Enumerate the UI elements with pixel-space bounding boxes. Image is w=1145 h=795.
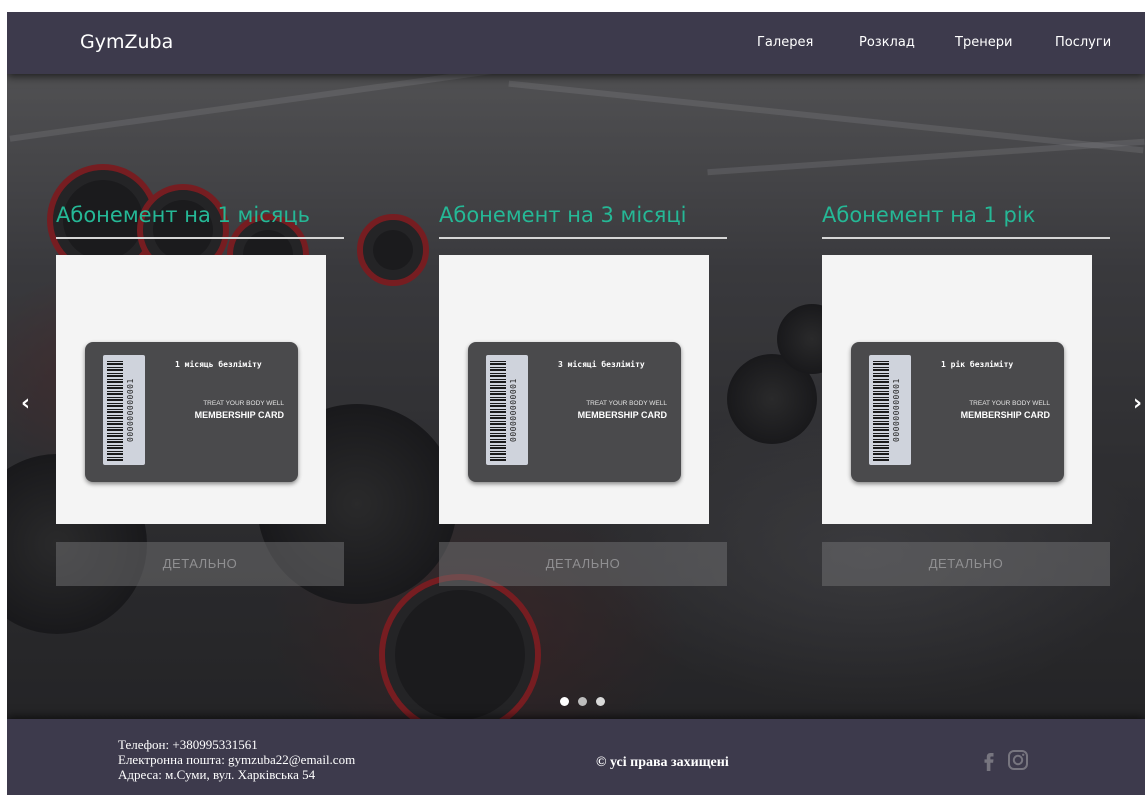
barcode-icon: 000000000001 <box>869 355 911 465</box>
carousel-dot-2[interactable] <box>578 697 587 706</box>
facebook-icon[interactable] <box>977 749 999 771</box>
instagram-icon[interactable] <box>1007 749 1029 771</box>
header: GymZuba Галерея Розклад Тренери Послуги <box>7 12 1145 74</box>
details-button[interactable]: ДЕТАЛЬНО <box>56 542 344 586</box>
membership-card-image: 000000000001 1 рік безліміту TREAT YOUR … <box>822 255 1092 524</box>
membership-card-image: 000000000001 3 місяці безліміту TREAT YO… <box>439 255 709 524</box>
contact-info: Телефон: +380995331561 Електронна пошта:… <box>118 737 355 782</box>
card-title: 3 місяці безліміту <box>558 360 645 369</box>
card-label: MEMBERSHIP CARD <box>960 410 1050 420</box>
plan-divider <box>822 237 1110 239</box>
membership-card: 000000000001 3 місяці безліміту TREAT YO… <box>468 342 681 482</box>
logo[interactable]: GymZuba <box>80 31 173 53</box>
page: GymZuba Галерея Розклад Тренери Послуги … <box>7 12 1145 795</box>
plan-title: Абонемент на 3 місяці <box>439 203 687 227</box>
barcode-icon: 000000000001 <box>103 355 145 465</box>
barcode-bars <box>107 359 123 461</box>
hero-carousel: Абонемент на 1 місяць 000000000001 1 міс… <box>7 74 1145 719</box>
plan-title: Абонемент на 1 місяць <box>56 203 311 227</box>
membership-card-image: 000000000001 1 місяць безліміту TREAT YO… <box>56 255 326 524</box>
chevron-left-icon[interactable]: ‹ <box>21 391 30 416</box>
plan-divider <box>439 237 727 239</box>
card-number: 000000000001 <box>892 378 901 442</box>
carousel-dot-1[interactable] <box>560 697 569 706</box>
nav-item-schedule[interactable]: Розклад <box>859 35 915 50</box>
barcode-bars <box>490 359 506 461</box>
card-number: 000000000001 <box>509 378 518 442</box>
copyright: © усі права захищені <box>596 755 729 770</box>
details-button[interactable]: ДЕТАЛЬНО <box>822 542 1110 586</box>
nav-item-gallery[interactable]: Галерея <box>757 35 813 50</box>
card-number: 000000000001 <box>126 378 135 442</box>
plan-divider <box>56 237 344 239</box>
carousel-dot-3[interactable] <box>596 697 605 706</box>
details-button[interactable]: ДЕТАЛЬНО <box>439 542 727 586</box>
card-slogan: TREAT YOUR BODY WELL <box>969 400 1050 407</box>
nav-item-trainers[interactable]: Тренери <box>955 35 1012 50</box>
plan-title: Абонемент на 1 рік <box>822 203 1036 227</box>
contact-address: Адреса: м.Суми, вул. Харківська 54 <box>118 767 316 782</box>
card-slogan: TREAT YOUR BODY WELL <box>586 400 667 407</box>
card-title: 1 місяць безліміту <box>175 360 262 369</box>
barcode-bars <box>873 359 889 461</box>
nav-item-services[interactable]: Послуги <box>1055 35 1111 50</box>
card-label: MEMBERSHIP CARD <box>194 410 284 420</box>
card-label: MEMBERSHIP CARD <box>577 410 667 420</box>
card-slogan: TREAT YOUR BODY WELL <box>203 400 284 407</box>
barcode-icon: 000000000001 <box>486 355 528 465</box>
contact-phone: Телефон: +380995331561 <box>118 737 258 752</box>
contact-email: Електронна пошта: gymzuba22@email.com <box>118 752 356 767</box>
card-title: 1 рік безліміту <box>941 360 1014 369</box>
membership-card: 000000000001 1 місяць безліміту TREAT YO… <box>85 342 298 482</box>
chevron-right-icon[interactable]: › <box>1133 391 1142 416</box>
footer: Телефон: +380995331561 Електронна пошта:… <box>7 719 1145 795</box>
membership-card: 000000000001 1 рік безліміту TREAT YOUR … <box>851 342 1064 482</box>
